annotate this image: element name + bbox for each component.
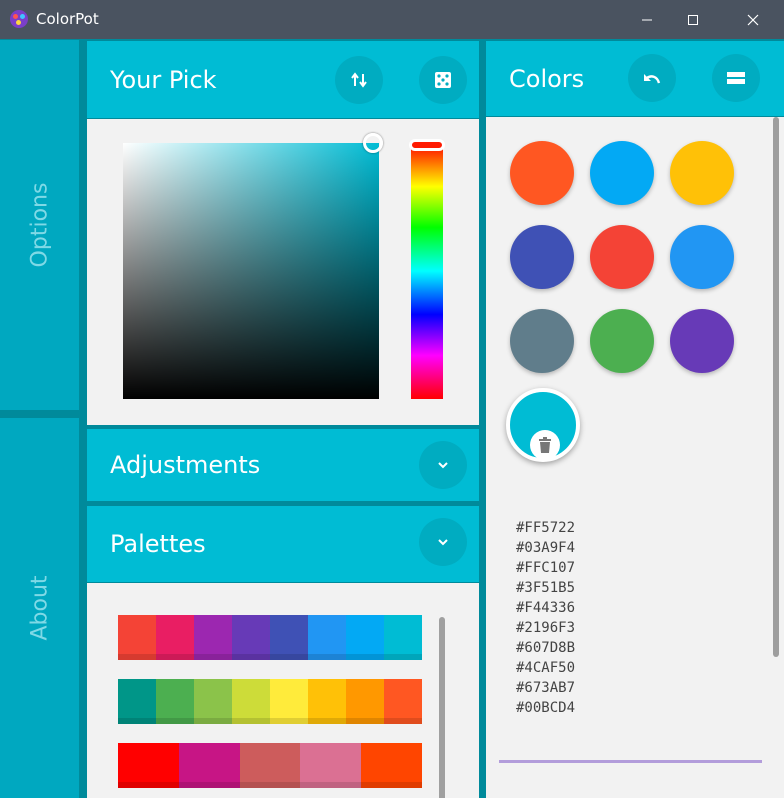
swap-button[interactable] <box>335 56 383 104</box>
hue-slider-handle[interactable] <box>409 139 445 151</box>
colors-scrollbar[interactable] <box>773 117 779 657</box>
sidebar-about-label: About <box>27 575 52 641</box>
palette-swatch[interactable] <box>308 679 346 724</box>
close-icon <box>747 14 759 25</box>
palette-swatch[interactable] <box>232 615 270 660</box>
palette-swatch[interactable] <box>308 615 346 660</box>
adjustments-title: Adjustments <box>110 451 261 479</box>
minimize-button[interactable] <box>624 0 670 39</box>
palette-row[interactable] <box>118 743 422 788</box>
color-picker-area <box>87 119 479 425</box>
saturation-value-field[interactable] <box>123 143 379 399</box>
hex-code-list: #FF5722 #03A9F4 #FFC107 #3F51B5 #F44336 #2196… <box>516 518 575 718</box>
palette-swatch[interactable] <box>239 743 301 788</box>
adjustments-header[interactable]: Adjustments <box>87 429 479 501</box>
palette-swatch[interactable] <box>194 679 232 724</box>
palette-swatch[interactable] <box>361 743 422 788</box>
palette-swatch[interactable] <box>270 679 308 724</box>
maximize-icon <box>688 14 698 25</box>
trash-icon <box>539 437 551 453</box>
swap-vertical-icon <box>351 72 367 88</box>
palette-swatch[interactable] <box>118 615 156 660</box>
sidebar-tab-options[interactable]: Options <box>0 40 81 410</box>
sidebar-options-label: Options <box>27 182 52 268</box>
menu-button[interactable] <box>712 54 760 102</box>
colors-title: Colors <box>509 64 585 93</box>
palette-swatch[interactable] <box>346 679 384 724</box>
color-swatch[interactable] <box>590 225 654 289</box>
sidebar-tab-about[interactable]: About <box>0 418 81 798</box>
maximize-button[interactable] <box>670 0 716 39</box>
close-button[interactable] <box>730 0 776 39</box>
hex-code: #FF5722 <box>516 520 576 536</box>
color-swatch[interactable] <box>590 309 654 373</box>
palettes-scrollbar[interactable] <box>439 617 445 798</box>
color-swatch[interactable] <box>670 309 734 373</box>
colors-panel: #FF5722 #03A9F4 #FFC107 #3F51B5 #F44336 #2196… <box>486 117 784 798</box>
palette-swatch[interactable] <box>346 615 384 660</box>
palettes-expand-button[interactable] <box>419 518 467 566</box>
color-swatch[interactable] <box>670 225 734 289</box>
hex-code: #F44336 <box>516 600 576 616</box>
palette-swatch[interactable] <box>118 679 156 724</box>
color-swatch[interactable] <box>510 309 574 373</box>
app-logo-icon <box>10 10 28 28</box>
chevron-down-icon <box>438 539 448 546</box>
dice-icon <box>435 72 451 88</box>
saturation-value-handle[interactable] <box>363 133 383 153</box>
app-window: ColorPot Options About Your Pick Adjustm… <box>0 0 784 798</box>
hue-slider[interactable] <box>411 143 443 399</box>
title-bar: ColorPot <box>0 0 784 39</box>
palettes-title: Palettes <box>110 530 206 558</box>
color-swatch[interactable] <box>510 141 574 205</box>
minimize-icon <box>642 19 652 20</box>
hex-code: #4CAF50 <box>516 660 576 676</box>
palette-row[interactable] <box>118 615 422 660</box>
random-button[interactable] <box>419 56 467 104</box>
palette-swatch[interactable] <box>270 615 308 660</box>
hex-code: #607D8B <box>516 640 576 656</box>
undo-button[interactable] <box>628 54 676 102</box>
divider-line <box>499 760 762 763</box>
hex-code: #00BCD4 <box>516 700 576 716</box>
palette-swatch[interactable] <box>156 679 194 724</box>
delete-color-button[interactable] <box>530 430 560 460</box>
palette-row[interactable] <box>118 679 422 724</box>
hex-code: #FFC107 <box>516 560 576 576</box>
adjustments-expand-button[interactable] <box>419 441 467 489</box>
your-pick-header: Your Pick <box>87 41 479 118</box>
selected-color-swatch[interactable] <box>506 388 580 462</box>
window-title: ColorPot <box>36 10 99 28</box>
palette-swatch[interactable] <box>300 743 362 788</box>
palette-swatch[interactable] <box>194 615 232 660</box>
palettes-list <box>87 583 479 798</box>
hex-code: #673AB7 <box>516 680 576 696</box>
color-swatch[interactable] <box>670 141 734 205</box>
undo-icon <box>644 74 661 84</box>
palettes-header[interactable]: Palettes <box>87 506 479 582</box>
hex-code: #2196F3 <box>516 620 576 636</box>
palette-swatch[interactable] <box>118 743 179 788</box>
palette-swatch[interactable] <box>178 743 240 788</box>
palette-swatch[interactable] <box>384 679 422 724</box>
colors-header: Colors <box>486 41 784 116</box>
palette-swatch[interactable] <box>384 615 422 660</box>
palette-swatch[interactable] <box>232 679 270 724</box>
hex-code: #03A9F4 <box>516 540 576 556</box>
your-pick-title: Your Pick <box>110 65 217 94</box>
color-swatch[interactable] <box>590 141 654 205</box>
chevron-down-icon <box>438 462 448 469</box>
menu-icon <box>727 72 745 84</box>
palette-swatch[interactable] <box>156 615 194 660</box>
color-swatch[interactable] <box>510 225 574 289</box>
hex-code: #3F51B5 <box>516 580 576 596</box>
